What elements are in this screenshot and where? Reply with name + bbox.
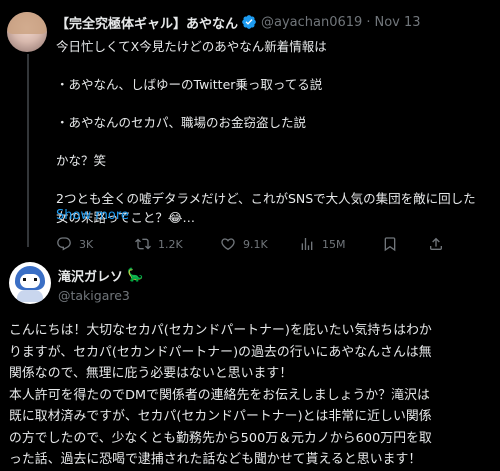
reply-body: こんにちは！大切なセカパ(セカンドパートナー)を庇いたい気持ちはわか りますが、…	[9, 320, 499, 471]
retweet-icon	[135, 238, 151, 250]
tweet-date[interactable]: Nov 13	[374, 15, 420, 30]
avatar-face	[20, 274, 40, 288]
tweet-line: かな？笑	[56, 153, 107, 168]
tweet-body: 今日忙しくてX今見たけどのあやなん新着情報は ・あやなん、しばゆーのTwitte…	[56, 37, 496, 227]
reply-author-handle[interactable]: @takigare3	[58, 288, 130, 303]
like-icon	[221, 238, 235, 251]
reply-line: 既に取材済みですが、セカパ(セカンドパートナー)とは非常に近しい関係	[9, 409, 432, 424]
avatar-ayanan[interactable]	[7, 12, 47, 52]
reply-author-name[interactable]: 滝沢ガレソ	[58, 266, 123, 285]
reply-icon	[57, 237, 71, 251]
reply-line: こんにちは！大切なセカパ(セカンドパートナー)を庇いたい気持ちはわか	[9, 323, 432, 338]
dinosaur-emoji-icon: 🦕	[127, 268, 144, 283]
retweet-button[interactable]: 1.2K	[135, 236, 183, 252]
views-count: 15M	[322, 237, 346, 251]
share-button[interactable]	[428, 236, 451, 252]
action-bar: 3K 1.2K 9.1K 15M	[56, 236, 496, 256]
reply-line: 本人許可を得たのでDMで関係者の連絡先をお伝えしましょうか？滝沢は	[9, 387, 430, 403]
avatar-takigare[interactable]	[9, 262, 51, 304]
tweet-line: 今日忙しくてX今見たけどのあやなん新着情報は	[56, 39, 327, 54]
bookmark-icon	[384, 237, 396, 252]
tweet-line-blank	[56, 94, 496, 113]
avatar-eyes	[23, 278, 37, 281]
avatar-hair	[7, 12, 47, 34]
reply-line: の方でしたので、少なくとも勤務先から500万＆元カノから600万円を取	[9, 430, 432, 446]
author-name[interactable]: 【完全究極体ギャル】あやなん	[56, 13, 238, 32]
tweet-line: 2つとも全くの嘘デタラメだけど、これがSNSで大人気の集団を敵に回した	[56, 191, 476, 206]
views-button[interactable]: 15M	[299, 236, 346, 252]
separator-dot: ·	[366, 14, 371, 30]
views-icon	[301, 238, 313, 250]
thread-connector-line	[27, 54, 29, 247]
reply-count: 3K	[79, 237, 94, 251]
tweet-line-blank	[56, 56, 496, 75]
tweet-header: 【完全究極体ギャル】あやなん @ayachan0619 · Nov 13	[56, 12, 421, 32]
tweet-line-blank	[56, 132, 496, 151]
reply-button[interactable]: 3K	[56, 236, 93, 252]
like-count: 9.1K	[243, 237, 268, 251]
reply-line: 関係なので、無理に庇う必要はないと思います！	[9, 366, 293, 381]
show-more-link[interactable]: Show more	[56, 208, 129, 223]
bookmark-button[interactable]	[382, 236, 405, 252]
verified-icon	[242, 15, 256, 29]
reply-header: 滝沢ガレソ 🦕	[58, 266, 143, 285]
retweet-count: 1.2K	[158, 237, 183, 251]
author-handle[interactable]: @ayachan0619	[261, 15, 362, 30]
reply-line: った話、過去に恐喝で逮捕された話なども聞かせて貰えると思います！	[9, 452, 422, 467]
tweet-line-blank	[56, 170, 496, 189]
like-button[interactable]: 9.1K	[220, 236, 268, 252]
tweet-line: ・あやなんのセカパ、職場のお金窃盗した説	[56, 115, 307, 130]
reply-line: りますが、セカパ(セカンドパートナー)の過去の行いにあやなんさんは無	[9, 344, 432, 360]
share-icon	[430, 237, 442, 250]
tweet-line: ・あやなん、しばゆーのTwitter乗っ取ってる説	[56, 77, 323, 92]
avatar-body	[17, 290, 43, 302]
